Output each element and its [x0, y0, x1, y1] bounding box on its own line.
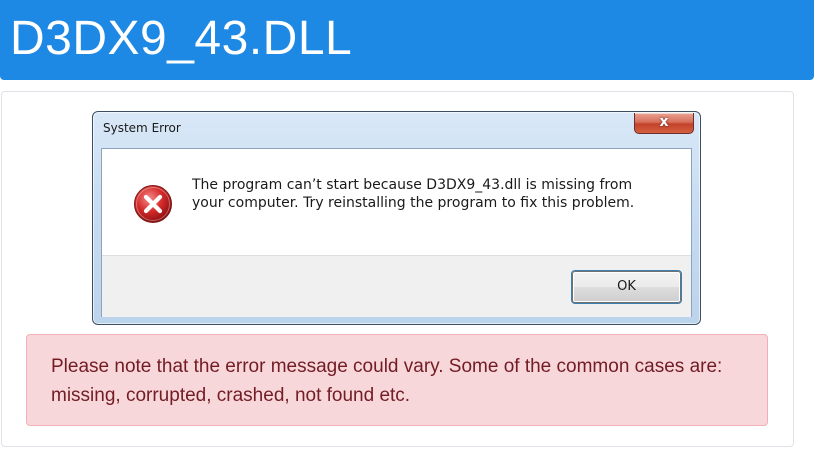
- ok-button[interactable]: OK: [572, 271, 681, 303]
- error-icon: [134, 185, 172, 223]
- system-error-dialog: System Error x The program can’t start b…: [92, 111, 701, 325]
- dialog-content: The program can’t start because D3DX9_43…: [102, 149, 691, 255]
- error-variation-alert: Please note that the error message could…: [26, 334, 768, 426]
- dialog-footer: OK: [102, 255, 691, 317]
- page-header: D3DX9_43.DLL: [0, 0, 814, 80]
- dialog-body: The program can’t start because D3DX9_43…: [101, 148, 692, 317]
- dialog-title: System Error: [103, 121, 181, 135]
- page-title: D3DX9_43.DLL: [10, 12, 353, 65]
- close-icon: x: [659, 114, 669, 130]
- error-message: The program can’t start because D3DX9_43…: [192, 177, 635, 211]
- alert-text: Please note that the error message could…: [51, 356, 723, 406]
- close-button[interactable]: x: [634, 113, 694, 134]
